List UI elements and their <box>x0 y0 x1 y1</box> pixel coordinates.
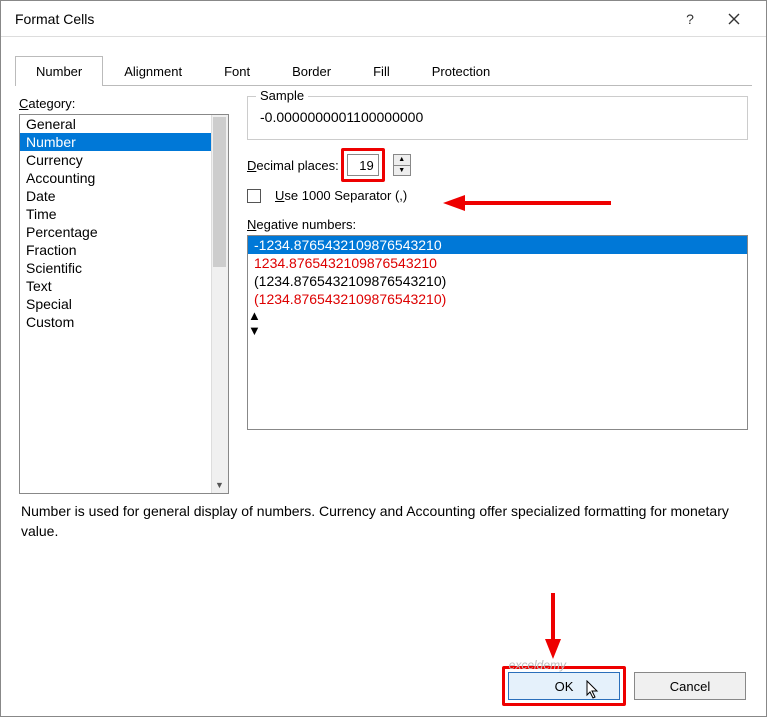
tab-font[interactable]: Font <box>203 56 271 86</box>
negative-item-2[interactable]: (1234.8765432109876543210) <box>248 272 747 290</box>
negative-numbers-list[interactable]: -1234.8765432109876543210 1234.876543210… <box>247 235 748 430</box>
category-item-fraction[interactable]: Fraction <box>20 241 228 259</box>
titlebar: Format Cells ? <box>1 1 766 37</box>
negative-item-0[interactable]: -1234.8765432109876543210 <box>248 236 747 254</box>
category-item-currency[interactable]: Currency <box>20 151 228 169</box>
thousand-separator-checkbox[interactable] <box>247 189 261 203</box>
tab-protection[interactable]: Protection <box>411 56 512 86</box>
scroll-thumb[interactable] <box>213 117 226 267</box>
close-icon <box>728 13 740 25</box>
category-item-time[interactable]: Time <box>20 205 228 223</box>
sample-box: Sample -0.0000000001100000000 <box>247 96 748 140</box>
cancel-button[interactable]: Cancel <box>634 672 746 700</box>
category-label: Category: <box>19 96 229 111</box>
tab-alignment[interactable]: Alignment <box>103 56 203 86</box>
description-text: Number is used for general display of nu… <box>1 494 766 549</box>
negative-item-3[interactable]: (1234.8765432109876543210) <box>248 290 747 308</box>
scroll-down-icon[interactable]: ▼ <box>248 323 747 338</box>
tab-border[interactable]: Border <box>271 56 352 86</box>
scroll-up-icon[interactable]: ▲ <box>248 308 747 323</box>
help-button[interactable]: ? <box>668 1 712 37</box>
category-scrollbar[interactable]: ▲ ▼ <box>211 115 228 493</box>
spinner-down-icon[interactable]: ▼ <box>394 166 410 176</box>
highlight-annotation <box>341 148 385 182</box>
highlight-annotation <box>502 666 626 706</box>
cursor-icon <box>586 680 600 700</box>
arrow-annotation <box>541 591 565 661</box>
category-item-scientific[interactable]: Scientific <box>20 259 228 277</box>
category-item-custom[interactable]: Custom <box>20 313 228 331</box>
category-item-general[interactable]: General <box>20 115 228 133</box>
negative-numbers-label: Negative numbers: <box>247 217 748 232</box>
category-item-percentage[interactable]: Percentage <box>20 223 228 241</box>
sample-value: -0.0000000001100000000 <box>260 105 735 129</box>
sample-label: Sample <box>256 88 308 103</box>
category-list[interactable]: General Number Currency Accounting Date … <box>19 114 229 494</box>
thousand-separator-label: Use 1000 Separator (,) <box>275 188 407 203</box>
spinner-up-icon[interactable]: ▲ <box>394 155 410 166</box>
negative-scrollbar[interactable]: ▲ ▼ <box>248 308 747 338</box>
window-title: Format Cells <box>15 11 668 27</box>
close-button[interactable] <box>712 1 756 37</box>
decimal-places-label: Decimal places: <box>247 158 339 173</box>
category-item-number[interactable]: Number <box>20 133 228 151</box>
category-item-date[interactable]: Date <box>20 187 228 205</box>
tab-number[interactable]: Number <box>15 56 103 86</box>
decimal-spinner[interactable]: ▲ ▼ <box>393 154 411 176</box>
tab-fill[interactable]: Fill <box>352 56 411 86</box>
category-item-accounting[interactable]: Accounting <box>20 169 228 187</box>
negative-item-1[interactable]: 1234.8765432109876543210 <box>248 254 747 272</box>
category-item-special[interactable]: Special <box>20 295 228 313</box>
category-item-text[interactable]: Text <box>20 277 228 295</box>
scroll-down-icon[interactable]: ▼ <box>211 476 228 493</box>
tab-bar: Number Alignment Font Border Fill Protec… <box>15 55 752 86</box>
